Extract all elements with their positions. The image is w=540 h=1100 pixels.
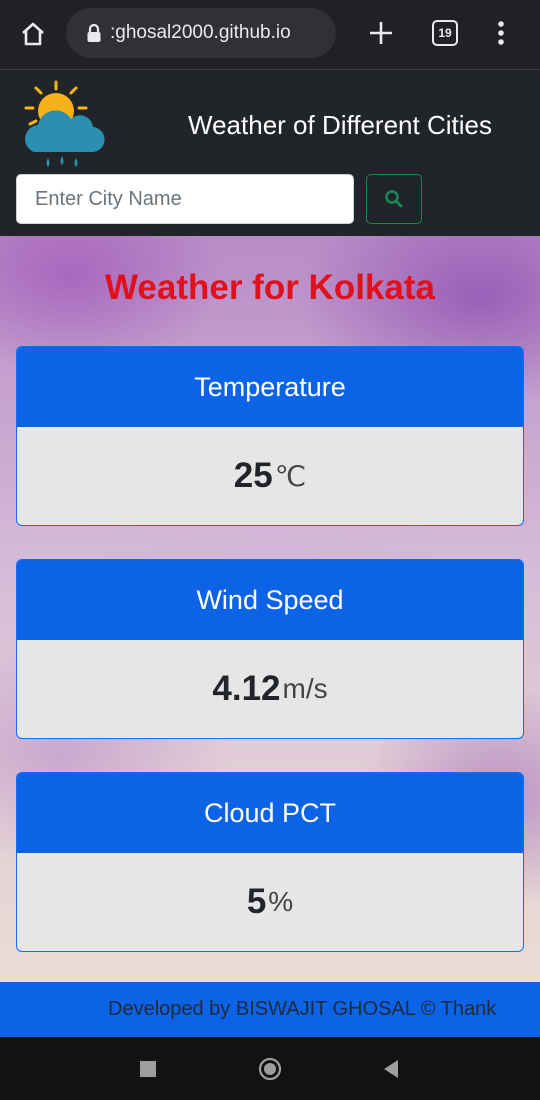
card-header: Temperature <box>17 347 523 427</box>
city-search-input[interactable] <box>16 174 354 224</box>
new-tab-icon[interactable] <box>364 16 398 50</box>
card-header: Cloud PCT <box>17 773 523 853</box>
system-nav-bar <box>0 1037 540 1100</box>
temperature-card: Temperature 25 ℃ <box>16 346 524 526</box>
card-body: 4.12 m/s <box>17 640 523 738</box>
weather-content: Weather for Kolkata Temperature 25 ℃ Win… <box>0 236 540 982</box>
temperature-value: 25 <box>233 456 273 495</box>
footer-text: Developed by BISWAJIT GHOSAL © Thank <box>108 998 497 1020</box>
more-menu-icon[interactable] <box>488 16 514 50</box>
home-nav-icon[interactable] <box>258 1057 282 1081</box>
cloud-pct-value: 5 <box>246 882 267 921</box>
sun-cloud-rain-icon <box>24 80 105 167</box>
search-icon <box>385 190 403 208</box>
url-text: :ghosal2000.github.io <box>110 22 291 43</box>
card-body: 25 ℃ <box>17 427 523 525</box>
cloud-pct-unit: % <box>268 886 294 917</box>
wind-speed-value: 4.12 <box>212 669 281 708</box>
card-body: 5 % <box>17 853 523 951</box>
footer: Developed by BISWAJIT GHOSAL © Thank <box>0 982 540 1037</box>
recents-icon[interactable] <box>140 1061 156 1077</box>
address-bar[interactable]: :ghosal2000.github.io <box>66 8 336 58</box>
cloud-pct-card: Cloud PCT 5 % <box>16 772 524 952</box>
page-title: Weather for Kolkata <box>105 268 435 307</box>
wind-speed-card: Wind Speed 4.12 m/s <box>16 559 524 739</box>
site-header: Weather of Different Cities <box>0 70 540 236</box>
temperature-unit: ℃ <box>274 460 307 492</box>
card-header: Wind Speed <box>17 560 523 640</box>
browser-toolbar: :ghosal2000.github.io 19 <box>0 0 540 70</box>
lock-icon <box>87 23 101 42</box>
tab-switcher-button[interactable]: 19 <box>432 20 458 46</box>
home-icon[interactable] <box>14 16 52 52</box>
search-button[interactable] <box>366 174 422 224</box>
site-title: Weather of Different Cities <box>188 110 492 140</box>
wind-speed-unit: m/s <box>282 673 328 704</box>
back-icon[interactable] <box>382 1059 400 1079</box>
